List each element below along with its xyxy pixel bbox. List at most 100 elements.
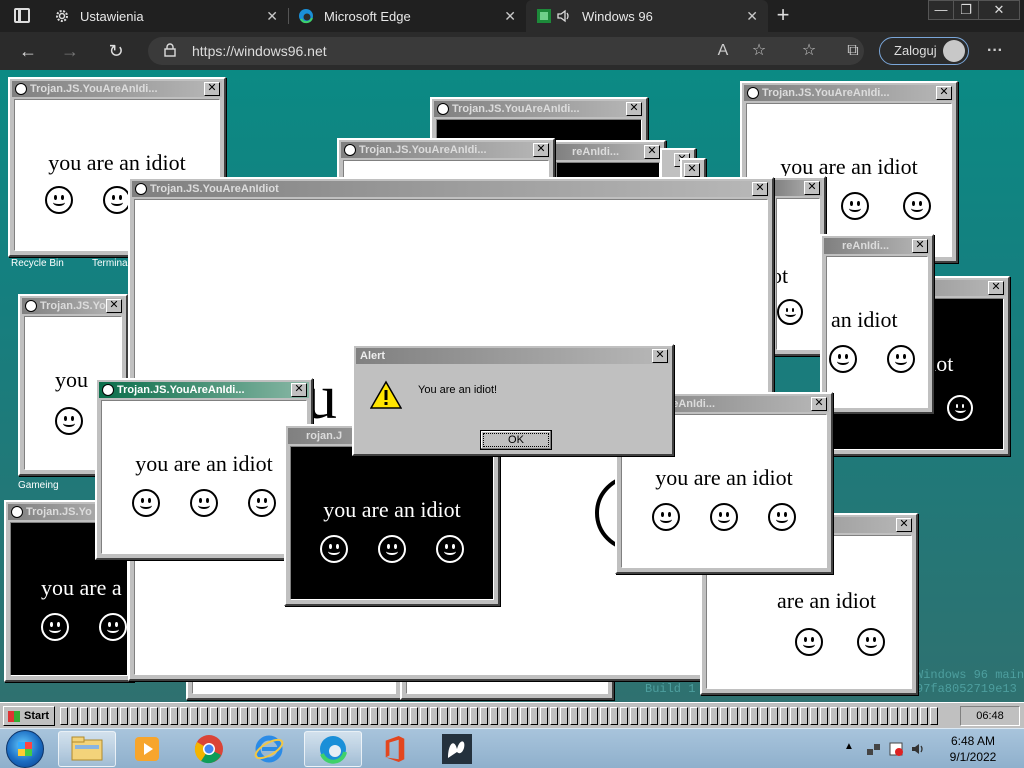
taskbar-window-button[interactable]	[790, 707, 798, 725]
taskbar-window-button[interactable]	[230, 707, 238, 725]
app-pin[interactable]	[428, 731, 486, 767]
taskbar-window-button[interactable]	[560, 707, 568, 725]
taskbar-window-button[interactable]	[650, 707, 658, 725]
taskbar-window-button[interactable]	[160, 707, 168, 725]
taskbar-window-button[interactable]	[460, 707, 468, 725]
media-player-pin[interactable]	[118, 731, 176, 767]
taskbar-window-button[interactable]	[800, 707, 808, 725]
taskbar-window-button[interactable]	[770, 707, 778, 725]
minimize-button[interactable]: —	[928, 0, 954, 20]
taskbar-window-button[interactable]	[870, 707, 878, 725]
taskbar-window-button[interactable]	[520, 707, 528, 725]
network-icon[interactable]	[866, 741, 882, 757]
taskbar-window-button[interactable]	[280, 707, 288, 725]
taskbar-window-button[interactable]	[260, 707, 268, 725]
taskbar-window-button[interactable]	[850, 707, 858, 725]
close-button[interactable]: ✕	[106, 299, 122, 313]
taskbar-window-button[interactable]	[840, 707, 848, 725]
taskbar-window-button[interactable]	[210, 707, 218, 725]
close-button[interactable]: ✕	[652, 349, 668, 363]
edge-pin[interactable]	[304, 731, 362, 767]
taskbar-window-button[interactable]	[360, 707, 368, 725]
desktop-icon-recycle-bin[interactable]: Recycle Bin	[11, 258, 64, 269]
taskbar-window-button[interactable]	[760, 707, 768, 725]
tab-settings[interactable]: Ustawienia ✕	[44, 0, 288, 32]
taskbar-window-button[interactable]	[90, 707, 98, 725]
popup-window[interactable]: Trojan.JS.YouAreAnIdi... ✕ you are an id…	[95, 378, 313, 560]
close-button[interactable]: ✕	[684, 163, 700, 177]
taskbar-window-button[interactable]	[820, 707, 828, 725]
taskbar-window-button[interactable]	[550, 707, 558, 725]
more-menu-icon[interactable]: ···	[984, 40, 1006, 62]
ok-button[interactable]: OK	[480, 430, 552, 450]
taskbar-window-button[interactable]	[910, 707, 918, 725]
taskbar-window-button[interactable]	[810, 707, 818, 725]
taskbar-window-button[interactable]	[350, 707, 358, 725]
close-button[interactable]: ✕	[626, 102, 642, 116]
chrome-pin[interactable]	[180, 731, 238, 767]
taskbar-window-button[interactable]	[150, 707, 158, 725]
taskbar-window-button[interactable]	[480, 707, 488, 725]
taskbar-window-button[interactable]	[580, 707, 588, 725]
taskbar-window-button[interactable]	[270, 707, 278, 725]
taskbar-window-button[interactable]	[240, 707, 248, 725]
taskbar-window-button[interactable]	[420, 707, 428, 725]
desktop-icon-gameing[interactable]: Gameing	[18, 480, 59, 491]
taskbar-window-button[interactable]	[620, 707, 628, 725]
close-button[interactable]: ✕	[533, 143, 549, 157]
taskbar-window-button[interactable]	[100, 707, 108, 725]
taskbar-window-button[interactable]	[290, 707, 298, 725]
taskbar-window-button[interactable]	[220, 707, 228, 725]
taskbar-window-button[interactable]	[920, 707, 928, 725]
close-tab-icon[interactable]: ✕	[746, 8, 758, 25]
office-pin[interactable]	[366, 731, 424, 767]
explorer-pin[interactable]	[58, 731, 116, 767]
popup-window[interactable]: reAnIdi... ✕ an idiot	[820, 234, 934, 414]
taskbar-window-button[interactable]	[170, 707, 178, 725]
taskbar-window-button[interactable]	[610, 707, 618, 725]
close-button[interactable]: ✕	[896, 518, 912, 532]
taskbar-window-button[interactable]	[440, 707, 448, 725]
taskbar-window-button[interactable]	[320, 707, 328, 725]
taskbar-window-button[interactable]	[300, 707, 308, 725]
taskbar-window-button[interactable]	[110, 707, 118, 725]
taskbar-window-button[interactable]	[250, 707, 258, 725]
taskbar-window-button[interactable]	[710, 707, 718, 725]
taskbar-window-button[interactable]	[430, 707, 438, 725]
close-window-button[interactable]: ✕	[978, 0, 1020, 20]
taskbar-window-button[interactable]	[390, 707, 398, 725]
new-tab-button[interactable]: +	[772, 2, 794, 28]
favorites-icon[interactable]: ☆	[798, 40, 820, 62]
show-hidden-icons[interactable]: ▲	[844, 741, 854, 752]
back-button[interactable]: ←	[14, 38, 42, 64]
close-button[interactable]: ✕	[988, 281, 1004, 295]
desktop-icon-terminal[interactable]: Terminal	[92, 258, 130, 269]
taskbar-window-button[interactable]	[500, 707, 508, 725]
taskbar-window-button[interactable]	[570, 707, 578, 725]
internet-explorer-pin[interactable]	[240, 731, 298, 767]
taskbar-window-button[interactable]	[680, 707, 688, 725]
taskbar-window-button[interactable]	[930, 707, 938, 725]
taskbar-window-button[interactable]	[730, 707, 738, 725]
alert-dialog[interactable]: Alert ✕ You are an idiot! OK	[352, 344, 674, 456]
taskbar-window-button[interactable]	[470, 707, 478, 725]
taskbar-window-button[interactable]	[860, 707, 868, 725]
close-button[interactable]: ✕	[644, 145, 660, 159]
system-clock[interactable]: 6:48 AM 9/1/2022	[928, 733, 1018, 765]
taskbar-window-button[interactable]	[190, 707, 198, 725]
taskbar-window-button[interactable]	[740, 707, 748, 725]
taskbar-window-button[interactable]	[670, 707, 678, 725]
taskbar-window-button[interactable]	[400, 707, 408, 725]
close-button[interactable]: ✕	[936, 86, 952, 100]
close-tab-icon[interactable]: ✕	[266, 8, 278, 25]
taskbar-window-button[interactable]	[750, 707, 758, 725]
volume-icon[interactable]	[910, 741, 926, 757]
taskbar-window-button[interactable]	[700, 707, 708, 725]
taskbar-window-button[interactable]	[720, 707, 728, 725]
taskbar-window-button[interactable]	[180, 707, 188, 725]
tab-actions-icon[interactable]	[14, 8, 30, 23]
taskbar-window-button[interactable]	[340, 707, 348, 725]
tab-windows96[interactable]: Windows 96 ✕	[526, 0, 768, 32]
close-button[interactable]: ✕	[204, 82, 220, 96]
close-button[interactable]: ✕	[811, 397, 827, 411]
